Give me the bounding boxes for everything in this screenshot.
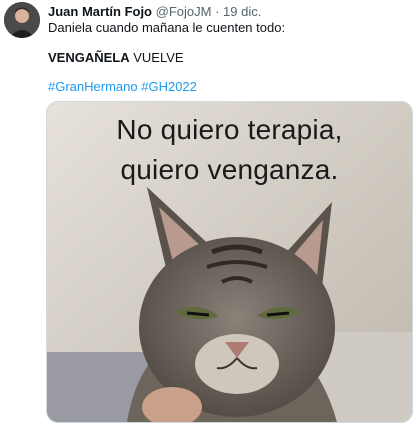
plain-text: VUELVE xyxy=(133,50,184,65)
author-avatar[interactable] xyxy=(4,2,40,38)
tweet-date[interactable]: 19 dic. xyxy=(223,4,261,19)
meme-caption-line: No quiero terapia, xyxy=(116,114,343,145)
hashtag-granhermano[interactable]: #GranHermano xyxy=(48,79,138,94)
cat-meme-image xyxy=(47,102,412,422)
hashtag-gh2022[interactable]: #GH2022 xyxy=(141,79,197,94)
separator-dot: · xyxy=(215,4,220,19)
tweet-media-image[interactable]: No quiero terapia, quiero venganza. xyxy=(46,101,413,423)
tweet-text-line: Daniela cuando mañana le cuenten todo: xyxy=(48,20,286,35)
tweet[interactable]: Juan Martín Fojo @FojoJM · 19 dic. Danie… xyxy=(0,0,420,426)
tweet-text-line: VENGAÑELA VUELVE xyxy=(48,50,184,65)
hashtags-line: #GranHermano #GH2022 xyxy=(48,79,197,94)
bold-text: VENGAÑELA xyxy=(48,50,130,65)
tweet-header: Juan Martín Fojo @FojoJM · 19 dic. xyxy=(48,4,261,19)
author-name[interactable]: Juan Martín Fojo xyxy=(48,4,152,19)
meme-caption-line: quiero venganza. xyxy=(120,154,339,185)
author-handle[interactable]: @FojoJM xyxy=(156,4,212,19)
